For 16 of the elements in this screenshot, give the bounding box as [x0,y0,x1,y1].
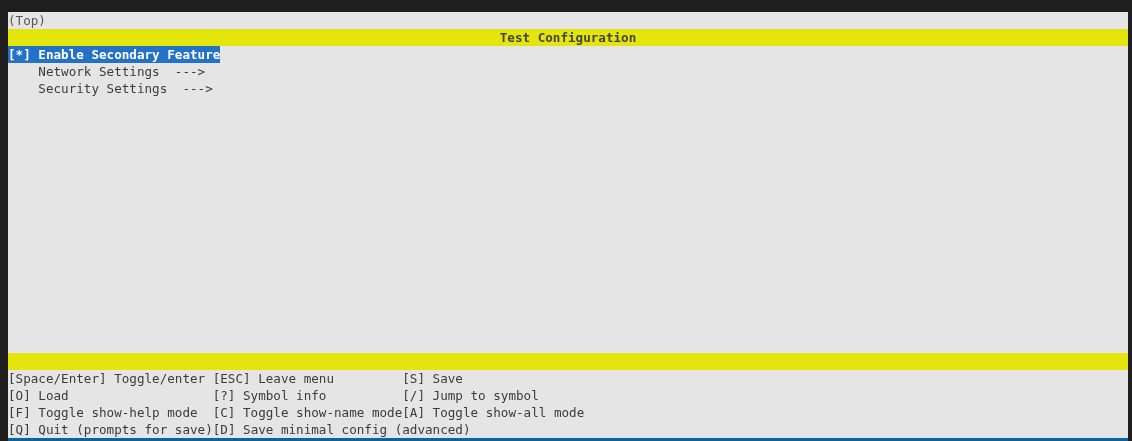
shortcut-hint: [ESC] Leave menu [212,370,336,387]
menu-entry[interactable]: [*] Enable Secondary Feature [8,46,221,63]
shortcut-hint: [?] Symbol info [212,387,328,404]
shortcut-hint: [A] Toggle show-all mode [402,404,585,421]
shortcut-hint: [F] Toggle show-help mode [8,404,199,421]
shortcut-hint: [C] Toggle show-name mode [212,404,403,421]
shortcut-hint: [Space/Enter] Toggle/enter [8,370,207,387]
menu-title: Test Configuration [499,30,637,45]
shortcut-hint: [Q] Quit (prompts for save) [8,421,213,438]
shortcut-hint: [D] Save minimal config (advanced) [212,421,471,438]
menu-entry[interactable]: Network Settings ---> [8,63,206,80]
shortcut-hint: [/] Jump to symbol [402,387,539,404]
breadcrumb: (Top) [8,12,47,29]
shortcut-hint: [O] Load [8,387,70,404]
shortcut-hint: [S] Save [402,370,463,387]
menu-entry[interactable]: Security Settings ---> [8,80,213,97]
